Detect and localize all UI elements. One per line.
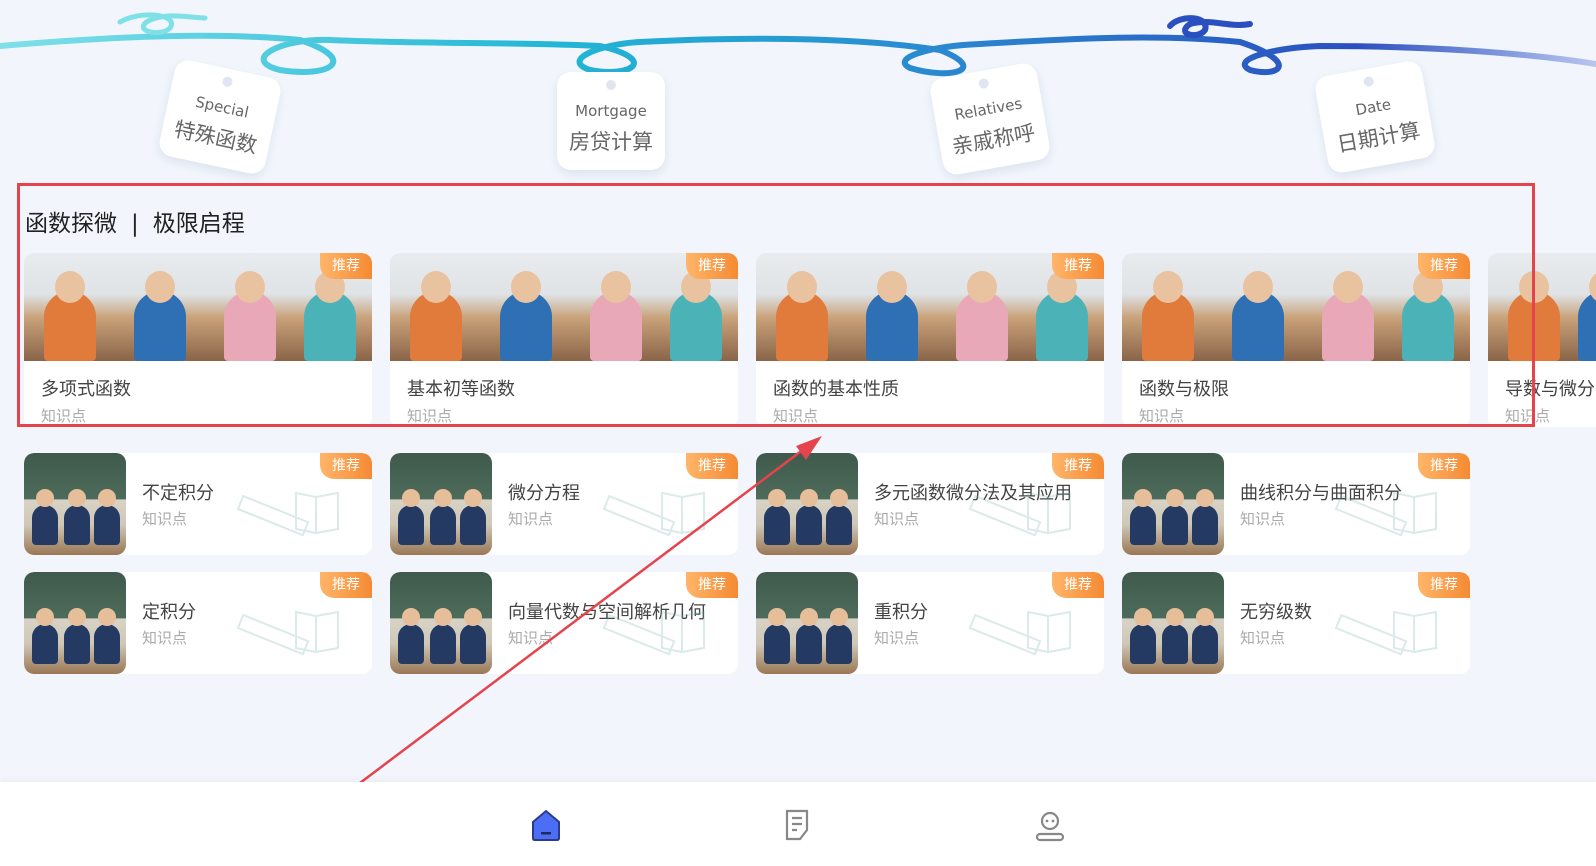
ruler-book-icon	[968, 491, 1071, 537]
card-subtitle: 知识点	[1139, 407, 1185, 425]
classroom-thumbnail	[1122, 572, 1224, 674]
featured-card[interactable]: 推荐 函数的基本性质 知识点	[756, 253, 1104, 427]
card-subtitle: 知识点	[41, 407, 87, 425]
topic-card[interactable]: 微分方程 知识点 推荐	[390, 453, 738, 555]
ruler-book-icon	[602, 610, 705, 656]
recommend-badge: 推荐	[686, 253, 738, 279]
profile-icon[interactable]	[1033, 808, 1067, 842]
featured-cards-row[interactable]: 推荐 多项式函数 知识点 推荐 基本初等函数 知识点 推荐 函数的基本性质 知识…	[24, 253, 1596, 427]
ruler-book-icon	[236, 491, 339, 537]
featured-card[interactable]: 推荐 函数与极限 知识点	[1122, 253, 1470, 427]
recommend-badge: 推荐	[686, 453, 738, 479]
tag-date[interactable]: Date 日期计算	[1313, 59, 1437, 175]
card-title: 函数的基本性质	[773, 379, 899, 400]
recommend-badge: 推荐	[320, 453, 372, 479]
ruler-book-icon	[236, 610, 339, 656]
recommend-badge: 推荐	[320, 253, 372, 279]
topic-card[interactable]: 无穷级数 知识点 推荐	[1122, 572, 1470, 674]
tag-zh: 房贷计算	[569, 130, 653, 154]
card-subtitle: 知识点	[142, 510, 188, 528]
card-title: 函数与极限	[1139, 379, 1229, 400]
topic-card[interactable]: 向量代数与空间解析几何 知识点 推荐	[390, 572, 738, 674]
section-title-separator: |	[131, 211, 139, 237]
tag-relatives[interactable]: Relatives 亲戚称呼	[928, 61, 1052, 177]
ruler-book-icon	[968, 610, 1071, 656]
card-title: 基本初等函数	[407, 379, 515, 400]
classroom-thumbnail	[390, 453, 492, 555]
card-subtitle: 知识点	[142, 629, 188, 647]
ruler-book-icon	[602, 491, 705, 537]
ruler-book-icon	[1334, 610, 1437, 656]
classroom-thumbnail	[1122, 453, 1224, 555]
card-subtitle: 知识点	[874, 629, 920, 647]
card-subtitle: 知识点	[1240, 510, 1286, 528]
topic-card[interactable]: 重积分 知识点 推荐	[756, 572, 1104, 674]
card-title: 多项式函数	[41, 379, 131, 400]
card-subtitle: 知识点	[508, 629, 554, 647]
classroom-thumbnail	[390, 572, 492, 674]
featured-card[interactable]: 推荐 导数与微分 知识点	[1488, 253, 1596, 427]
section-title-right: 极限启程	[152, 211, 245, 237]
featured-card[interactable]: 推荐 基本初等函数 知识点	[390, 253, 738, 427]
recommend-badge: 推荐	[1418, 572, 1470, 598]
bottom-nav	[0, 782, 1596, 866]
card-title: 定积分	[142, 602, 196, 623]
home-icon[interactable]	[529, 808, 563, 842]
notes-icon[interactable]	[781, 808, 815, 842]
card-subtitle: 知识点	[407, 407, 453, 425]
recommend-badge: 推荐	[1418, 453, 1470, 479]
card-subtitle: 知识点	[773, 407, 819, 425]
card-subtitle: 知识点	[874, 510, 920, 528]
section-title-left: 函数探微	[25, 211, 117, 237]
card-subtitle: 知识点	[1240, 629, 1286, 647]
card-subtitle: 知识点	[1505, 407, 1551, 425]
featured-card[interactable]: 推荐 多项式函数 知识点	[24, 253, 372, 427]
topic-card[interactable]: 多元函数微分法及其应用 知识点 推荐	[756, 453, 1104, 555]
ruler-book-icon	[1334, 491, 1437, 537]
card-title: 导数与微分	[1505, 379, 1595, 400]
classroom-image	[1488, 253, 1596, 361]
card-title: 无穷级数	[1240, 602, 1312, 623]
topic-card[interactable]: 定积分 知识点 推荐	[24, 572, 372, 674]
card-title: 不定积分	[142, 483, 214, 504]
card-title: 微分方程	[508, 483, 580, 504]
recommend-badge: 推荐	[1418, 253, 1470, 279]
card-subtitle: 知识点	[508, 510, 554, 528]
tag-mortgage[interactable]: Mortgage 房贷计算	[557, 72, 665, 170]
classroom-thumbnail	[24, 453, 126, 555]
classroom-thumbnail	[756, 572, 858, 674]
topic-card[interactable]: 曲线积分与曲面积分 知识点 推荐	[1122, 453, 1470, 555]
topic-card[interactable]: 不定积分 知识点 推荐	[24, 453, 372, 555]
recommend-badge: 推荐	[1052, 453, 1104, 479]
recommend-badge: 推荐	[320, 572, 372, 598]
recommend-badge: 推荐	[1052, 253, 1104, 279]
tag-en: Mortgage	[575, 102, 647, 120]
classroom-thumbnail	[24, 572, 126, 674]
recommend-badge: 推荐	[686, 572, 738, 598]
section-title: 函数探微 | 极限启程	[25, 204, 245, 238]
recommend-badge: 推荐	[1052, 572, 1104, 598]
card-title: 重积分	[874, 602, 928, 623]
classroom-thumbnail	[756, 453, 858, 555]
